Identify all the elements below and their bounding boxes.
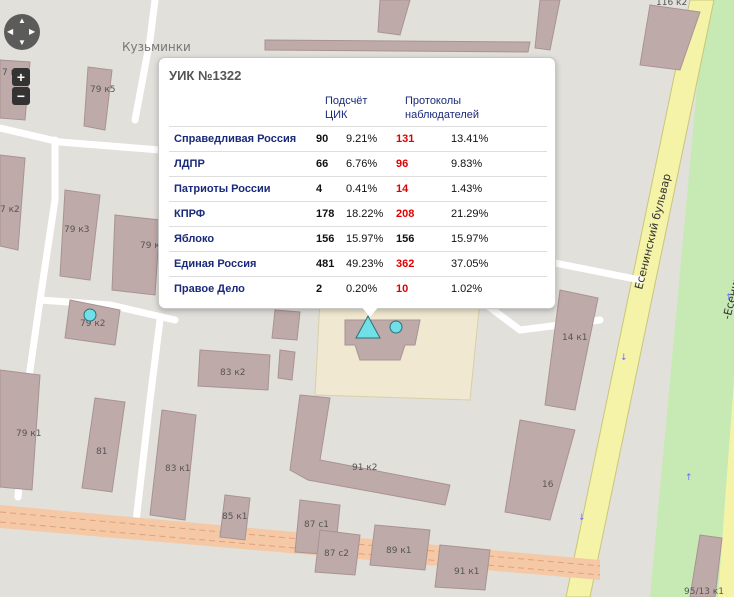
- party-name: ЛДПР: [169, 151, 316, 177]
- column-header-cik: Подсчёт ЦИК: [325, 95, 368, 121]
- cik-percent: 0.41%: [346, 176, 396, 202]
- party-row: КПРФ 178 18.22% 208 21.29%: [169, 201, 547, 227]
- zoom-out-button[interactable]: −: [12, 87, 30, 105]
- observer-count: 362: [396, 251, 451, 277]
- polling-station-marker[interactable]: [389, 320, 403, 334]
- building-label: 95/13 к1: [684, 587, 724, 597]
- cik-count: 178: [316, 201, 346, 227]
- party-name: Патриоты России: [169, 176, 316, 202]
- party-row: ЛДПР 66 6.76% 96 9.83%: [169, 151, 547, 177]
- cik-percent: 0.20%: [346, 276, 396, 301]
- party-row: Патриоты России 4 0.41% 14 1.43%: [169, 176, 547, 202]
- party-row: Единая Россия 481 49.23% 362 37.05%: [169, 251, 547, 277]
- popup-title: УИК №1322: [169, 68, 242, 83]
- observer-percent: 21.29%: [451, 201, 547, 227]
- cik-percent: 49.23%: [346, 251, 396, 277]
- observer-percent: 15.97%: [451, 226, 547, 252]
- observer-percent: 1.43%: [451, 176, 547, 202]
- zoom-in-button[interactable]: +: [12, 68, 30, 86]
- building-label: 87 с1: [304, 520, 329, 530]
- pan-down-icon[interactable]: ▼: [18, 39, 26, 47]
- party-row: Справедливая Россия 90 9.21% 131 13.41%: [169, 126, 547, 152]
- column-header-observers: Протоколы наблюдателей: [405, 95, 480, 121]
- building-label: 16: [542, 480, 554, 490]
- cik-percent: 15.97%: [346, 226, 396, 252]
- cik-count: 66: [316, 151, 346, 177]
- pan-up-icon[interactable]: ▲: [18, 17, 26, 25]
- pan-control[interactable]: ▲ ▼ ◀ ▶: [4, 14, 40, 50]
- district-label: Кузьминки: [122, 40, 191, 54]
- svg-text:↑: ↑: [685, 473, 693, 483]
- observer-count: 14: [396, 176, 451, 202]
- building-label: 91 к2: [352, 463, 377, 473]
- cik-count: 156: [316, 226, 346, 252]
- popup-pointer: [360, 305, 380, 317]
- svg-text:↓: ↓: [620, 353, 628, 363]
- building-label: 91 к1: [454, 567, 479, 577]
- cik-percent: 6.76%: [346, 151, 396, 177]
- pan-left-icon[interactable]: ◀: [7, 28, 13, 36]
- building-label: 79 к3: [64, 225, 89, 235]
- pan-right-icon[interactable]: ▶: [29, 28, 35, 36]
- svg-text:↓: ↓: [578, 513, 586, 523]
- observer-count: 131: [396, 126, 451, 152]
- building-label: 14 к1: [562, 333, 587, 343]
- observer-percent: 1.02%: [451, 276, 547, 301]
- cik-percent: 18.22%: [346, 201, 396, 227]
- building-label: 116 к2: [656, 0, 687, 8]
- observer-count: 10: [396, 276, 451, 301]
- party-name: Правое Дело: [169, 276, 316, 301]
- results-table: Справедливая Россия 90 9.21% 131 13.41% ЛДПР 6…: [169, 126, 547, 301]
- building-label: 79 к1: [16, 429, 41, 439]
- observer-percent: 37.05%: [451, 251, 547, 277]
- observer-percent: 13.41%: [451, 126, 547, 152]
- party-name: Яблоко: [169, 226, 316, 252]
- results-popup: УИК №1322 Подсчёт ЦИК Протоколы наблюдат…: [158, 57, 556, 309]
- cik-count: 2: [316, 276, 346, 301]
- building-label: 83 к1: [165, 464, 190, 474]
- building-label: 87 с2: [324, 549, 349, 559]
- observer-count: 208: [396, 201, 451, 227]
- party-name: Справедливая Россия: [169, 126, 316, 152]
- polling-station-marker[interactable]: [83, 308, 97, 322]
- observer-count: 96: [396, 151, 451, 177]
- building-label: 7 к2: [0, 205, 20, 215]
- building-label: 79 к5: [90, 85, 115, 95]
- cik-count: 90: [316, 126, 346, 152]
- cik-count: 4: [316, 176, 346, 202]
- building-label: 89 к1: [386, 546, 411, 556]
- observer-percent: 9.83%: [451, 151, 547, 177]
- party-name: Единая Россия: [169, 251, 316, 277]
- observer-count: 156: [396, 226, 451, 252]
- cik-percent: 9.21%: [346, 126, 396, 152]
- party-name: КПРФ: [169, 201, 316, 227]
- party-row: Правое Дело 2 0.20% 10 1.02%: [169, 276, 547, 301]
- cik-count: 481: [316, 251, 346, 277]
- building-label: 83 к2: [220, 368, 245, 378]
- building-label: 85 к1: [222, 512, 247, 522]
- building-label: 81: [96, 447, 107, 457]
- party-row: Яблоко 156 15.97% 156 15.97%: [169, 226, 547, 252]
